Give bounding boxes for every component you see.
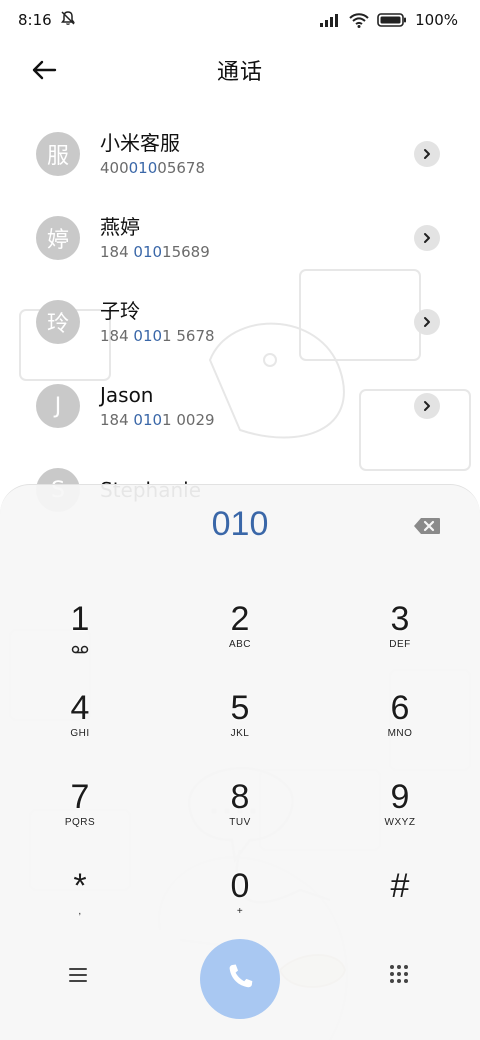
wifi-icon — [349, 12, 369, 28]
dialpad-icon[interactable] — [388, 963, 410, 985]
avatar: J — [36, 384, 80, 428]
key-letters: GHI — [70, 728, 90, 739]
key-letters: MNO — [387, 728, 413, 739]
key-digit: 3 — [390, 600, 410, 638]
phone-icon — [223, 960, 257, 998]
header: 通话 — [0, 44, 480, 96]
dialed-number: 010 — [211, 505, 269, 543]
key-5[interactable]: 5 JKL — [185, 690, 295, 766]
key-digit: 1 — [70, 600, 90, 638]
number-suffix: 1 5678 — [162, 326, 215, 345]
contact-suggestion-list: 服 小米客服 40001005678 婷 燕婷 184 01015689 玲 子… — [0, 112, 480, 532]
key-letters: , — [78, 906, 82, 917]
number-match: 010 — [133, 410, 163, 429]
number-prefix: 184 — [100, 326, 134, 345]
key-digit: 6 — [390, 689, 410, 727]
key-digit: 9 — [390, 778, 410, 816]
page-title: 通话 — [216, 60, 263, 85]
contact-number: 184 0101 5678 — [100, 325, 215, 347]
chevron-right-icon[interactable] — [414, 309, 440, 335]
key-8[interactable]: 8 TUV — [185, 779, 295, 855]
key-letters: + — [236, 906, 244, 917]
dialer-bottom-bar — [0, 925, 480, 1025]
contact-number: 184 0101 0029 — [100, 409, 215, 431]
status-bar: 8:16 100% — [0, 0, 480, 40]
key-2[interactable]: 2 ABC — [185, 601, 295, 677]
chevron-right-icon[interactable] — [414, 393, 440, 419]
key-digit: * — [73, 867, 87, 905]
contact-row[interactable]: J Jason 184 0101 0029 — [0, 364, 480, 448]
bell-off-icon — [60, 10, 76, 30]
key-digit: # — [390, 867, 410, 905]
contact-row[interactable]: 玲 子玲 184 0101 5678 — [0, 280, 480, 364]
avatar: 婷 — [36, 216, 80, 260]
contact-name: 子玲 — [100, 298, 140, 323]
number-match: 010 — [133, 242, 163, 261]
key-1[interactable]: 1 — [25, 601, 135, 677]
key-digit: 2 — [230, 600, 250, 638]
avatar: 服 — [36, 132, 80, 176]
contact-name: 燕婷 — [100, 214, 140, 239]
key-letters: WXYZ — [384, 817, 416, 828]
number-match: 010 — [133, 326, 163, 345]
key-letters: PQRS — [64, 817, 96, 828]
chevron-right-icon[interactable] — [414, 225, 440, 251]
contact-number: 184 01015689 — [100, 241, 210, 263]
menu-icon[interactable] — [66, 965, 90, 985]
contact-row[interactable]: 婷 燕婷 184 01015689 — [0, 196, 480, 280]
key-9[interactable]: 9 WXYZ — [345, 779, 455, 855]
key-digit: 0 — [230, 867, 250, 905]
key-letters: ABC — [228, 639, 252, 650]
contact-name: 小米客服 — [100, 130, 180, 155]
number-prefix: 184 — [100, 242, 134, 261]
contact-name: Jason — [100, 382, 154, 407]
status-time: 8:16 — [18, 11, 52, 29]
avatar: 玲 — [36, 300, 80, 344]
battery-icon — [377, 13, 407, 27]
number-prefix: 400 — [100, 158, 129, 177]
voicemail-icon — [71, 639, 89, 658]
arrow-left-icon[interactable] — [26, 54, 62, 86]
dialpad-sheet: 010 1 2 ABC 3 DEF 4 GHI 5 JKL 6 MNO 7 PQ… — [0, 484, 480, 1040]
key-6[interactable]: 6 MNO — [345, 690, 455, 766]
key-digit: 5 — [230, 689, 250, 727]
signal-icon — [319, 13, 341, 27]
chevron-right-icon[interactable] — [414, 141, 440, 167]
key-digit: 4 — [70, 689, 90, 727]
contact-row[interactable]: 服 小米客服 40001005678 — [0, 112, 480, 196]
key-digit: 7 — [70, 778, 90, 816]
number-suffix: 1 0029 — [162, 410, 215, 429]
key-letters: TUV — [229, 817, 251, 828]
battery-percent: 100% — [415, 11, 458, 29]
number-suffix: 05678 — [157, 158, 205, 177]
number-prefix: 184 — [100, 410, 134, 429]
number-suffix: 15689 — [162, 242, 210, 261]
contact-number: 40001005678 — [100, 157, 205, 179]
key-letters: JKL — [230, 728, 250, 739]
key-4[interactable]: 4 GHI — [25, 690, 135, 766]
key-letters: DEF — [389, 639, 411, 650]
key-7[interactable]: 7 PQRS — [25, 779, 135, 855]
number-match: 010 — [128, 158, 158, 177]
key-3[interactable]: 3 DEF — [345, 601, 455, 677]
key-digit: 8 — [230, 778, 250, 816]
backspace-icon[interactable] — [412, 515, 442, 537]
call-button[interactable] — [200, 939, 280, 1019]
